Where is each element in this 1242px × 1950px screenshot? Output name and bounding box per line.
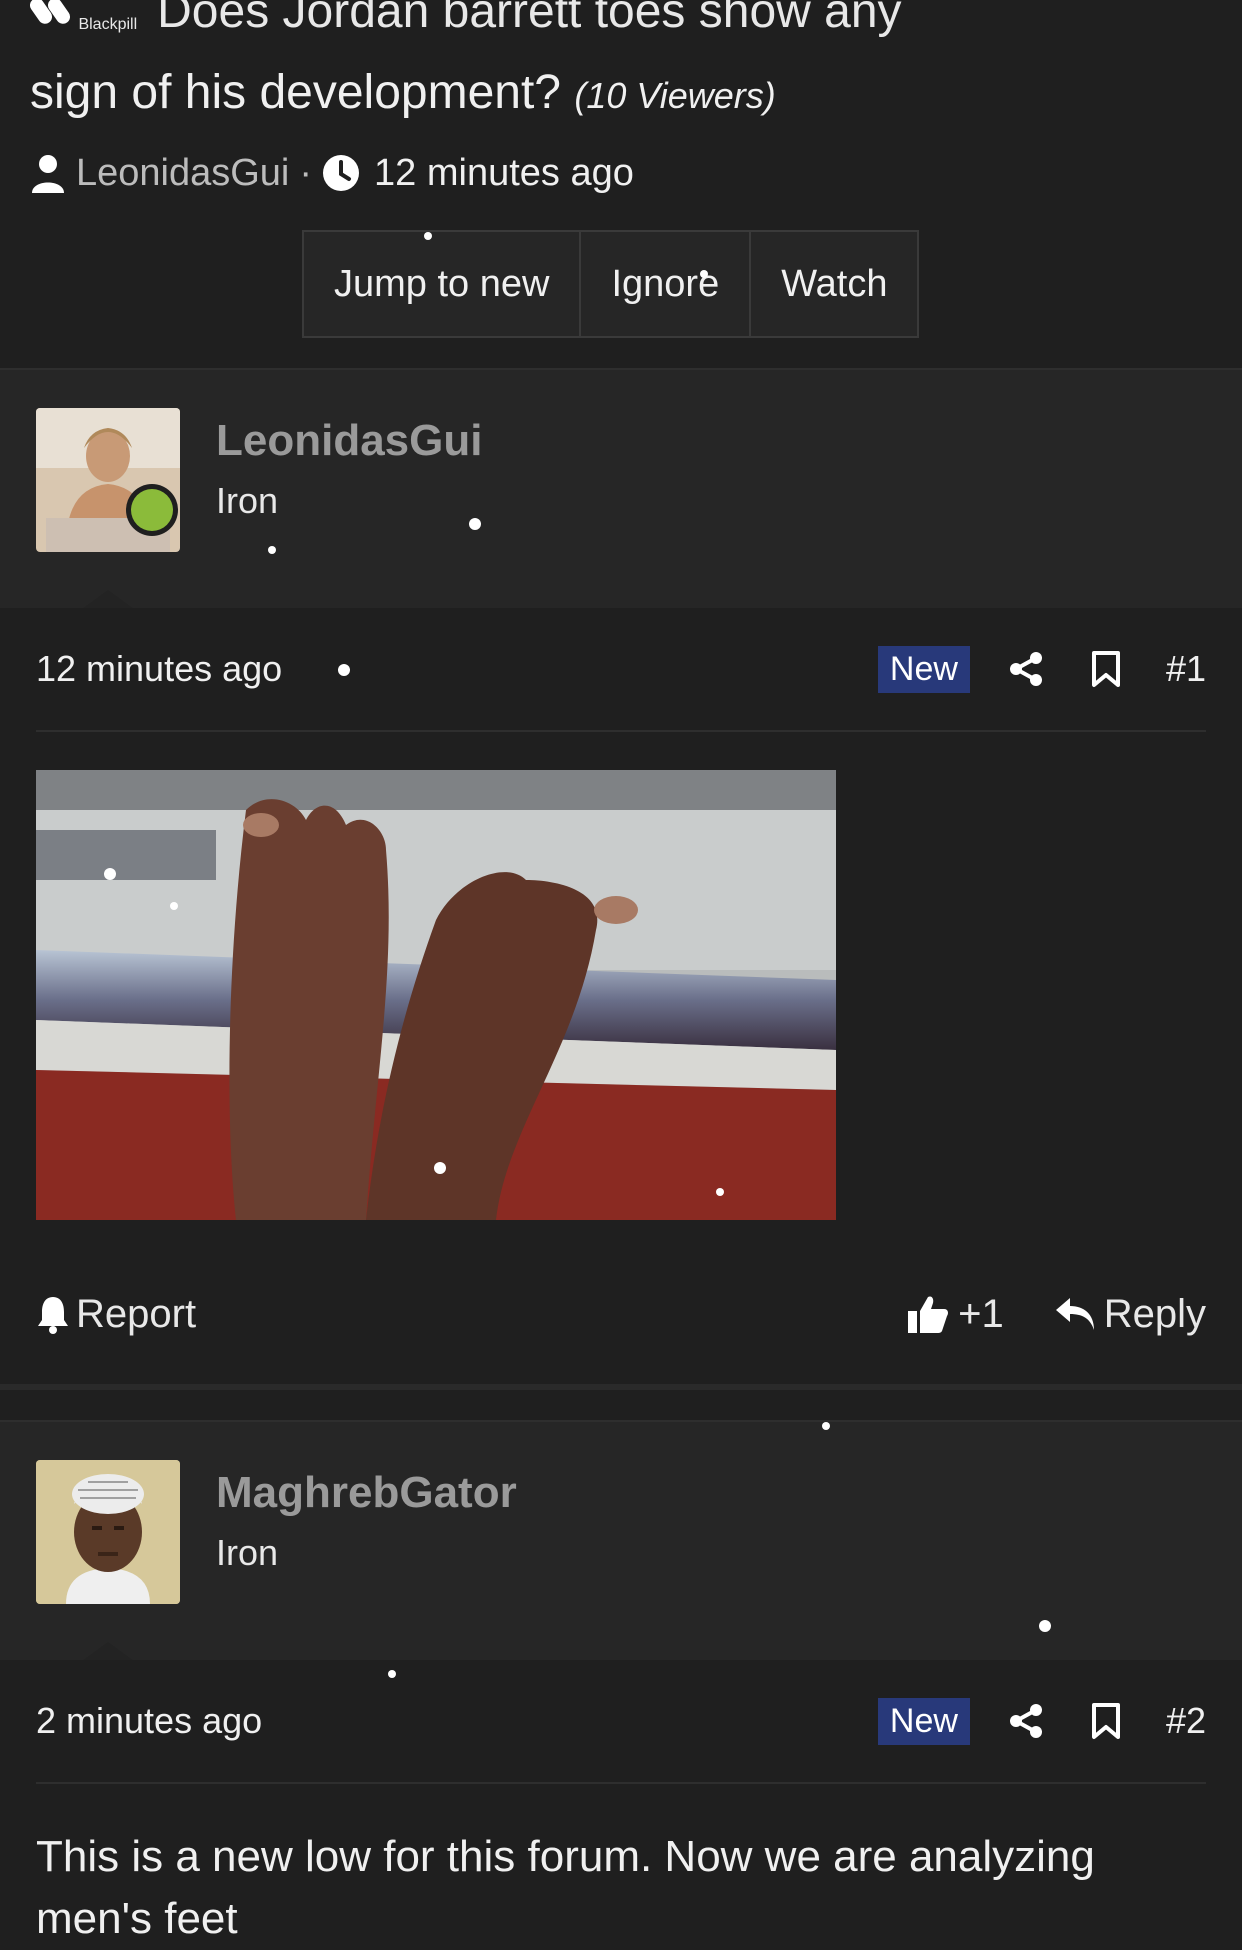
jump-to-new-button[interactable]: Jump to new bbox=[304, 232, 582, 336]
bookmark-icon[interactable] bbox=[1086, 1701, 1126, 1741]
post-number[interactable]: #2 bbox=[1166, 1700, 1206, 1742]
thread-time: 12 minutes ago bbox=[374, 151, 634, 194]
thread-header: Blackpill Does Jordan barrett toes show … bbox=[0, 0, 1242, 368]
post-2-user-area: MaghrebGator Iron bbox=[0, 1420, 1242, 1664]
thread-title-line2: sign of his development? (10 Viewers) bbox=[30, 62, 776, 127]
share-icon[interactable] bbox=[1006, 1701, 1046, 1741]
viewers-count: (10 Viewers) bbox=[574, 75, 776, 116]
clock-icon bbox=[323, 155, 360, 191]
avatar[interactable] bbox=[36, 1460, 180, 1604]
thread-title-line1: Blackpill Does Jordan barrett toes show … bbox=[29, 0, 902, 52]
prefix-label: Blackpill bbox=[78, 15, 138, 33]
blackpill-icon bbox=[29, 0, 71, 24]
post-1-user-area: LeonidasGui Iron bbox=[0, 368, 1242, 612]
reply-icon bbox=[1055, 1298, 1094, 1330]
post-header: 2 minutes ago New #2 bbox=[36, 1660, 1206, 1784]
post-divider bbox=[0, 1384, 1242, 1390]
thumbs-up-icon bbox=[908, 1296, 949, 1333]
post-username[interactable]: MaghrebGator bbox=[216, 1468, 517, 1518]
post-image[interactable] bbox=[36, 770, 836, 1220]
share-icon[interactable] bbox=[1006, 649, 1046, 689]
reaction-count: +1 bbox=[958, 1291, 1004, 1336]
post-actions-right: +1 Reply bbox=[906, 1292, 1206, 1337]
post-date[interactable]: 12 minutes ago bbox=[36, 648, 878, 690]
post-date[interactable]: 2 minutes ago bbox=[36, 1700, 878, 1742]
report-label: Report bbox=[76, 1291, 197, 1336]
post-user-title: Iron bbox=[216, 480, 279, 521]
report-button[interactable]: Report bbox=[36, 1292, 906, 1337]
thread-author[interactable]: LeonidasGui bbox=[76, 152, 289, 195]
bell-icon bbox=[38, 1297, 68, 1334]
thread-actions: Jump to new Ignore Watch bbox=[302, 230, 920, 338]
reply-label: Reply bbox=[1103, 1291, 1206, 1336]
post-username[interactable]: LeonidasGui bbox=[216, 416, 482, 466]
post-message: This is a new low for this forum. Now we… bbox=[36, 1832, 1095, 1943]
post-actions: Report +1 Reply bbox=[36, 1274, 1206, 1354]
thread-meta: LeonidasGui · 12 minutes ago bbox=[30, 148, 634, 198]
meta-separator: · bbox=[299, 151, 313, 194]
new-badge: New bbox=[877, 1697, 970, 1745]
prefix-badge[interactable]: Blackpill bbox=[29, 0, 138, 34]
post-header: 12 minutes ago New #1 bbox=[36, 608, 1206, 732]
ignore-button[interactable]: Ignore bbox=[581, 232, 752, 336]
reply-button[interactable]: Reply bbox=[1054, 1292, 1206, 1337]
online-indicator bbox=[126, 484, 178, 536]
watch-button[interactable]: Watch bbox=[751, 232, 917, 336]
thread-title-text-2: sign of his development? bbox=[30, 66, 561, 119]
post-user-title: Iron bbox=[216, 1532, 279, 1573]
bookmark-icon[interactable] bbox=[1086, 649, 1126, 689]
like-button[interactable]: +1 bbox=[906, 1292, 1004, 1337]
user-icon bbox=[32, 155, 64, 193]
thread-title-text-1: Does Jordan barrett toes show any bbox=[157, 0, 902, 38]
new-badge: New bbox=[877, 645, 970, 693]
post-number[interactable]: #1 bbox=[1166, 648, 1206, 690]
